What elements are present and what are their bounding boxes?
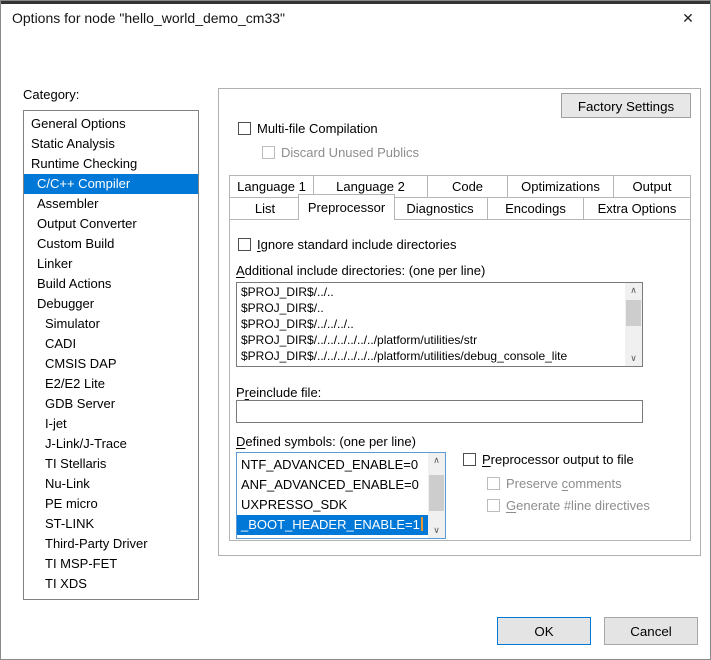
include-directories-list[interactable]: $PROJ_DIR$/../.. $PROJ_DIR$/.. $PROJ_DIR… [236, 282, 643, 367]
defined-symbols-label: Defined symbols: (one per line) [236, 434, 416, 449]
category-item-st-link[interactable]: ST-LINK [24, 514, 198, 534]
defined-symbols-lines: NTF_ADVANCED_ENABLE=0 ANF_ADVANCED_ENABL… [237, 453, 428, 535]
defined-symbols-list[interactable]: NTF_ADVANCED_ENABLE=0 ANF_ADVANCED_ENABL… [236, 452, 446, 539]
category-item-i-jet[interactable]: I-jet [24, 414, 198, 434]
category-item-cadi[interactable]: CADI [24, 334, 198, 354]
scrollbar-thumb[interactable] [429, 475, 444, 511]
preinclude-file-label: Preinclude file: [236, 385, 321, 400]
category-item-jlink-jtrace[interactable]: J-Link/J-Trace [24, 434, 198, 454]
tab-encodings[interactable]: Encodings [487, 197, 584, 219]
discard-unused-publics-checkbox [262, 146, 275, 159]
category-list: General Options Static Analysis Runtime … [23, 110, 199, 600]
category-item-custom-build[interactable]: Custom Build [24, 234, 198, 254]
additional-include-directories-label: Additional include directories: (one per… [236, 263, 485, 278]
ignore-standard-include-checkbox[interactable] [238, 238, 251, 251]
title-bar[interactable]: Options for node "hello_world_demo_cm33"… [1, 4, 710, 33]
category-item-simulator[interactable]: Simulator [24, 314, 198, 334]
preserve-comments-checkbox [487, 477, 500, 490]
category-item-general-options[interactable]: General Options [24, 114, 198, 134]
factory-settings-button[interactable]: Factory Settings [561, 93, 691, 118]
ignore-standard-include-label: Ignore standard include directories [257, 237, 456, 252]
generate-line-directives-label: Generate #line directives [506, 498, 650, 513]
category-item-gdb-server[interactable]: GDB Server [24, 394, 198, 414]
include-dir-row[interactable]: $PROJ_DIR$/.. [237, 300, 625, 316]
category-item-output-converter[interactable]: Output Converter [24, 214, 198, 234]
include-directories-scrollbar[interactable]: ∧ ∨ [625, 283, 642, 366]
category-item-nu-link[interactable]: Nu-Link [24, 474, 198, 494]
category-item-assembler[interactable]: Assembler [24, 194, 198, 214]
generate-line-directives-checkbox [487, 499, 500, 512]
defined-symbol-row[interactable]: ANF_ADVANCED_ENABLE=0 [237, 475, 428, 495]
preprocessor-output-label: Preprocessor output to file [482, 452, 634, 467]
scroll-down-icon[interactable]: ∨ [428, 523, 445, 538]
tab-code[interactable]: Code [427, 175, 508, 197]
category-item-debugger[interactable]: Debugger [24, 294, 198, 314]
defined-symbol-row-selected[interactable]: _BOOT_HEADER_ENABLE=1 [237, 515, 428, 535]
tab-optimizations[interactable]: Optimizations [507, 175, 614, 197]
tab-extra-options[interactable]: Extra Options [583, 197, 691, 219]
scroll-down-icon[interactable]: ∨ [625, 351, 642, 366]
category-item-runtime-checking[interactable]: Runtime Checking [24, 154, 198, 174]
category-item-c-cpp-compiler[interactable]: C/C++ Compiler [24, 174, 198, 194]
category-item-static-analysis[interactable]: Static Analysis [24, 134, 198, 154]
preprocessor-output-checkbox[interactable] [463, 453, 476, 466]
multi-file-compilation-checkbox[interactable] [238, 122, 251, 135]
tab-list[interactable]: List [229, 197, 301, 219]
category-item-e2-lite[interactable]: E2/E2 Lite [24, 374, 198, 394]
category-item-third-party-driver[interactable]: Third-Party Driver [24, 534, 198, 554]
defined-symbol-row[interactable]: NTF_ADVANCED_ENABLE=0 [237, 455, 428, 475]
category-item-ti-stellaris[interactable]: TI Stellaris [24, 454, 198, 474]
defined-symbols-scrollbar[interactable]: ∧ ∨ [428, 453, 445, 538]
dialog-title: Options for node "hello_world_demo_cm33" [12, 4, 285, 33]
category-item-cmsis-dap[interactable]: CMSIS DAP [24, 354, 198, 374]
scroll-up-icon[interactable]: ∧ [428, 453, 445, 468]
tab-output[interactable]: Output [613, 175, 691, 197]
include-dir-row[interactable]: $PROJ_DIR$/../.. [237, 284, 625, 300]
multi-file-compilation-label: Multi-file Compilation [257, 121, 378, 136]
category-item-ti-xds[interactable]: TI XDS [24, 574, 198, 594]
scroll-up-icon[interactable]: ∧ [625, 283, 642, 298]
discard-unused-publics-label: Discard Unused Publics [281, 145, 419, 160]
tab-diagnostics[interactable]: Diagnostics [392, 197, 488, 219]
include-dir-row[interactable]: $PROJ_DIR$/../../../../../../platform/ut… [237, 332, 625, 348]
preinclude-file-input[interactable] [236, 400, 643, 423]
include-directories-lines: $PROJ_DIR$/../.. $PROJ_DIR$/.. $PROJ_DIR… [237, 283, 625, 364]
ok-button[interactable]: OK [497, 617, 591, 645]
close-icon[interactable]: ✕ [670, 4, 706, 33]
defined-symbol-row[interactable]: UXPRESSO_SDK [237, 495, 428, 515]
category-label: Category: [23, 87, 79, 102]
include-dir-row[interactable]: $PROJ_DIR$/../../../.. [237, 316, 625, 332]
scrollbar-thumb[interactable] [626, 300, 641, 326]
preserve-comments-label: Preserve comments [506, 476, 622, 491]
cancel-button[interactable]: Cancel [604, 617, 698, 645]
category-item-build-actions[interactable]: Build Actions [24, 274, 198, 294]
category-item-linker[interactable]: Linker [24, 254, 198, 274]
tab-preprocessor[interactable]: Preprocessor [298, 194, 395, 220]
include-dir-row[interactable]: $PROJ_DIR$/../../../../../../platform/ut… [237, 348, 625, 364]
options-dialog: Options for node "hello_world_demo_cm33"… [0, 0, 711, 660]
category-item-pe-micro[interactable]: PE micro [24, 494, 198, 514]
category-item-ti-msp-fet[interactable]: TI MSP-FET [24, 554, 198, 574]
